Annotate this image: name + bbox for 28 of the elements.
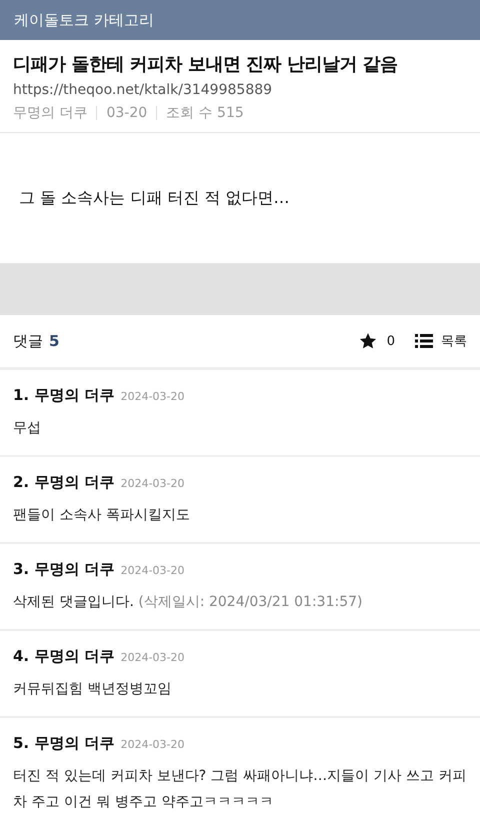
post-url[interactable]: https://theqoo.net/ktalk/3149985889: [13, 82, 467, 98]
list-link[interactable]: 목록: [441, 332, 467, 350]
comment-author: 2. 무명의 더쿠: [13, 473, 115, 492]
post-meta: 무명의 더쿠: [13, 104, 88, 122]
comment-author: 1. 무명의 더쿠: [13, 386, 115, 405]
comment-author: 4. 무명의 더쿠: [13, 647, 115, 666]
comments-count: 5: [49, 332, 60, 350]
list-icon[interactable]: [415, 333, 433, 349]
comment-author: 3. 무명의 더쿠: [13, 560, 115, 579]
comments-label: 댓글: [13, 332, 43, 350]
comment-date: 2024-03-20: [120, 651, 185, 664]
deleted-comment-text: 삭제된 댓글입니다. (삭제일시: 2024/03/21 01:31:57): [13, 593, 364, 612]
comment-date: 2024-03-20: [120, 564, 185, 577]
category-title[interactable]: 케이돌토크 카테고리: [14, 10, 154, 30]
post-meta: 03-20: [106, 105, 148, 121]
comment-date: 2024-03-20: [120, 477, 185, 490]
comment-text: 팬들이 소속사 폭파시킬지도: [13, 506, 191, 525]
comment-date: 2024-03-20: [120, 390, 185, 403]
comment-text: 터진 적 있는데 커피차 보낸다? 그럼 싸패아니냐…지들이 기사 쓰고 커피차 주고 이건 뭐 병주고 약주고ㅋㅋㅋㅋㅋ: [13, 767, 467, 812]
post-title: 디패가 돌한테 커피차 보내면 진짜 난리날거 같음: [13, 53, 399, 76]
comment-date: 2024-03-20: [120, 738, 185, 751]
comment-author: 5. 무명의 더쿠: [13, 734, 115, 753]
post-meta: 조회 수 515: [166, 104, 244, 122]
star-icon[interactable]: [358, 332, 377, 350]
comment-text: 무섭: [13, 419, 42, 438]
post-body: 그 돌 소속사는 디패 터진 적 없다면…: [19, 188, 290, 208]
comment-text: 커뮤뒤집힘 백년정병꼬임: [13, 680, 172, 699]
star-count: 0: [386, 334, 395, 348]
